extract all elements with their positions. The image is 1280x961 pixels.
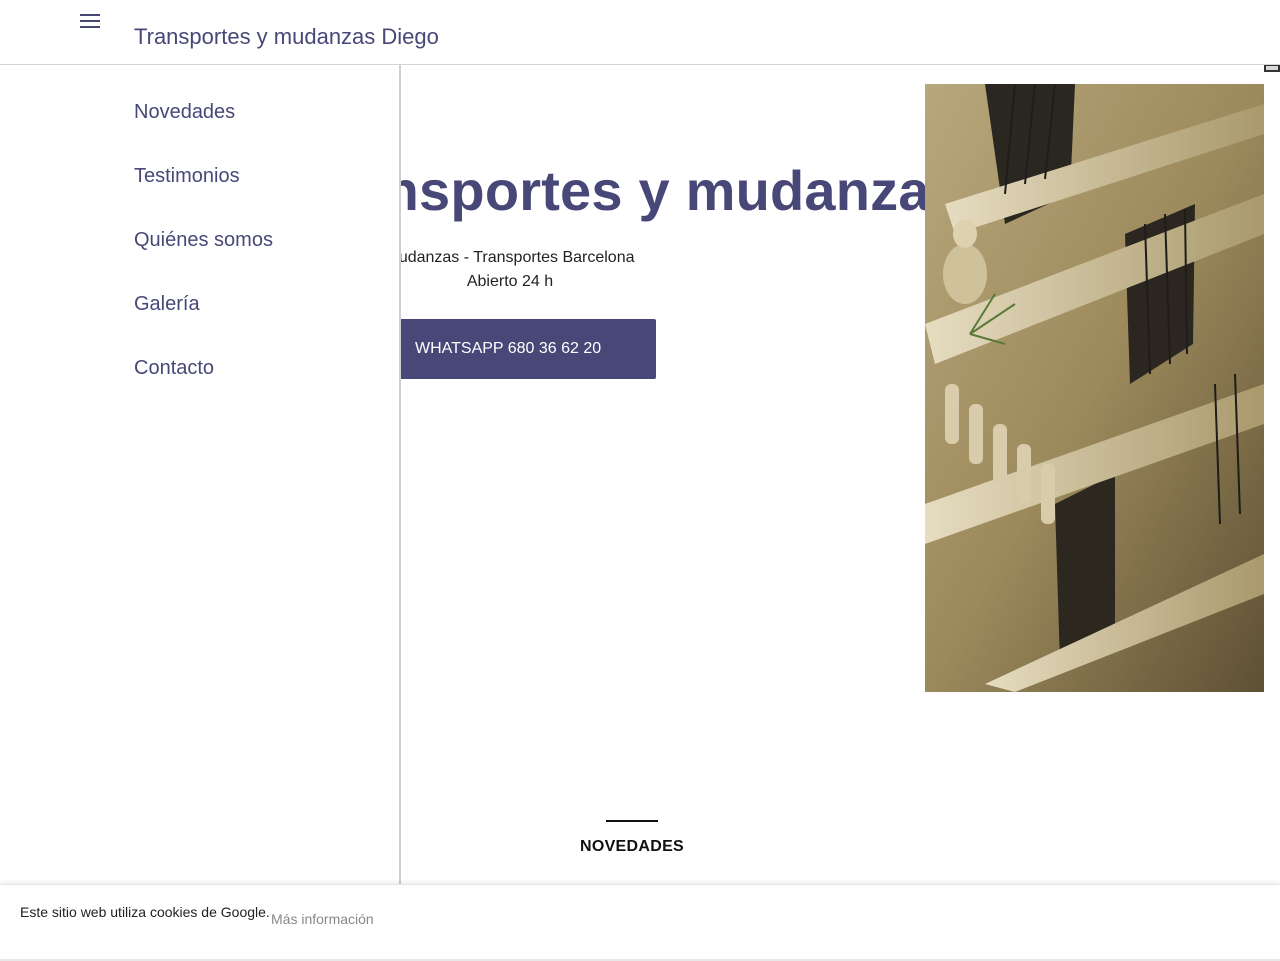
menu-button[interactable] — [72, 6, 108, 36]
more-info-link[interactable]: Más información — [271, 911, 374, 927]
site-title[interactable]: Transportes y mudanzas Diego — [134, 24, 439, 50]
section-divider — [606, 820, 658, 822]
drawer-item-quienes-somos[interactable]: Quiénes somos — [134, 229, 273, 252]
drawer-item-galeria[interactable]: Galería — [134, 293, 200, 316]
navigation-drawer: Novedades Testimonios Quiénes somos Gale… — [0, 65, 401, 885]
cookie-notice-text: Este sitio web utiliza cookies de Google… — [20, 904, 270, 920]
hero-photo — [925, 84, 1264, 692]
scrollbar-thumb[interactable] — [1264, 64, 1280, 72]
cookie-banner: Este sitio web utiliza cookies de Google… — [0, 884, 1280, 961]
section-heading-novedades: NOVEDADES — [579, 838, 685, 855]
drawer-item-testimonios[interactable]: Testimonios — [134, 165, 240, 188]
drawer-item-novedades[interactable]: Novedades — [134, 101, 235, 124]
whatsapp-button[interactable]: WHATSAPP 680 36 62 20 — [360, 319, 656, 379]
top-bar: Transportes y mudanzas Diego — [0, 0, 1280, 65]
drawer-item-contacto[interactable]: Contacto — [134, 357, 214, 380]
